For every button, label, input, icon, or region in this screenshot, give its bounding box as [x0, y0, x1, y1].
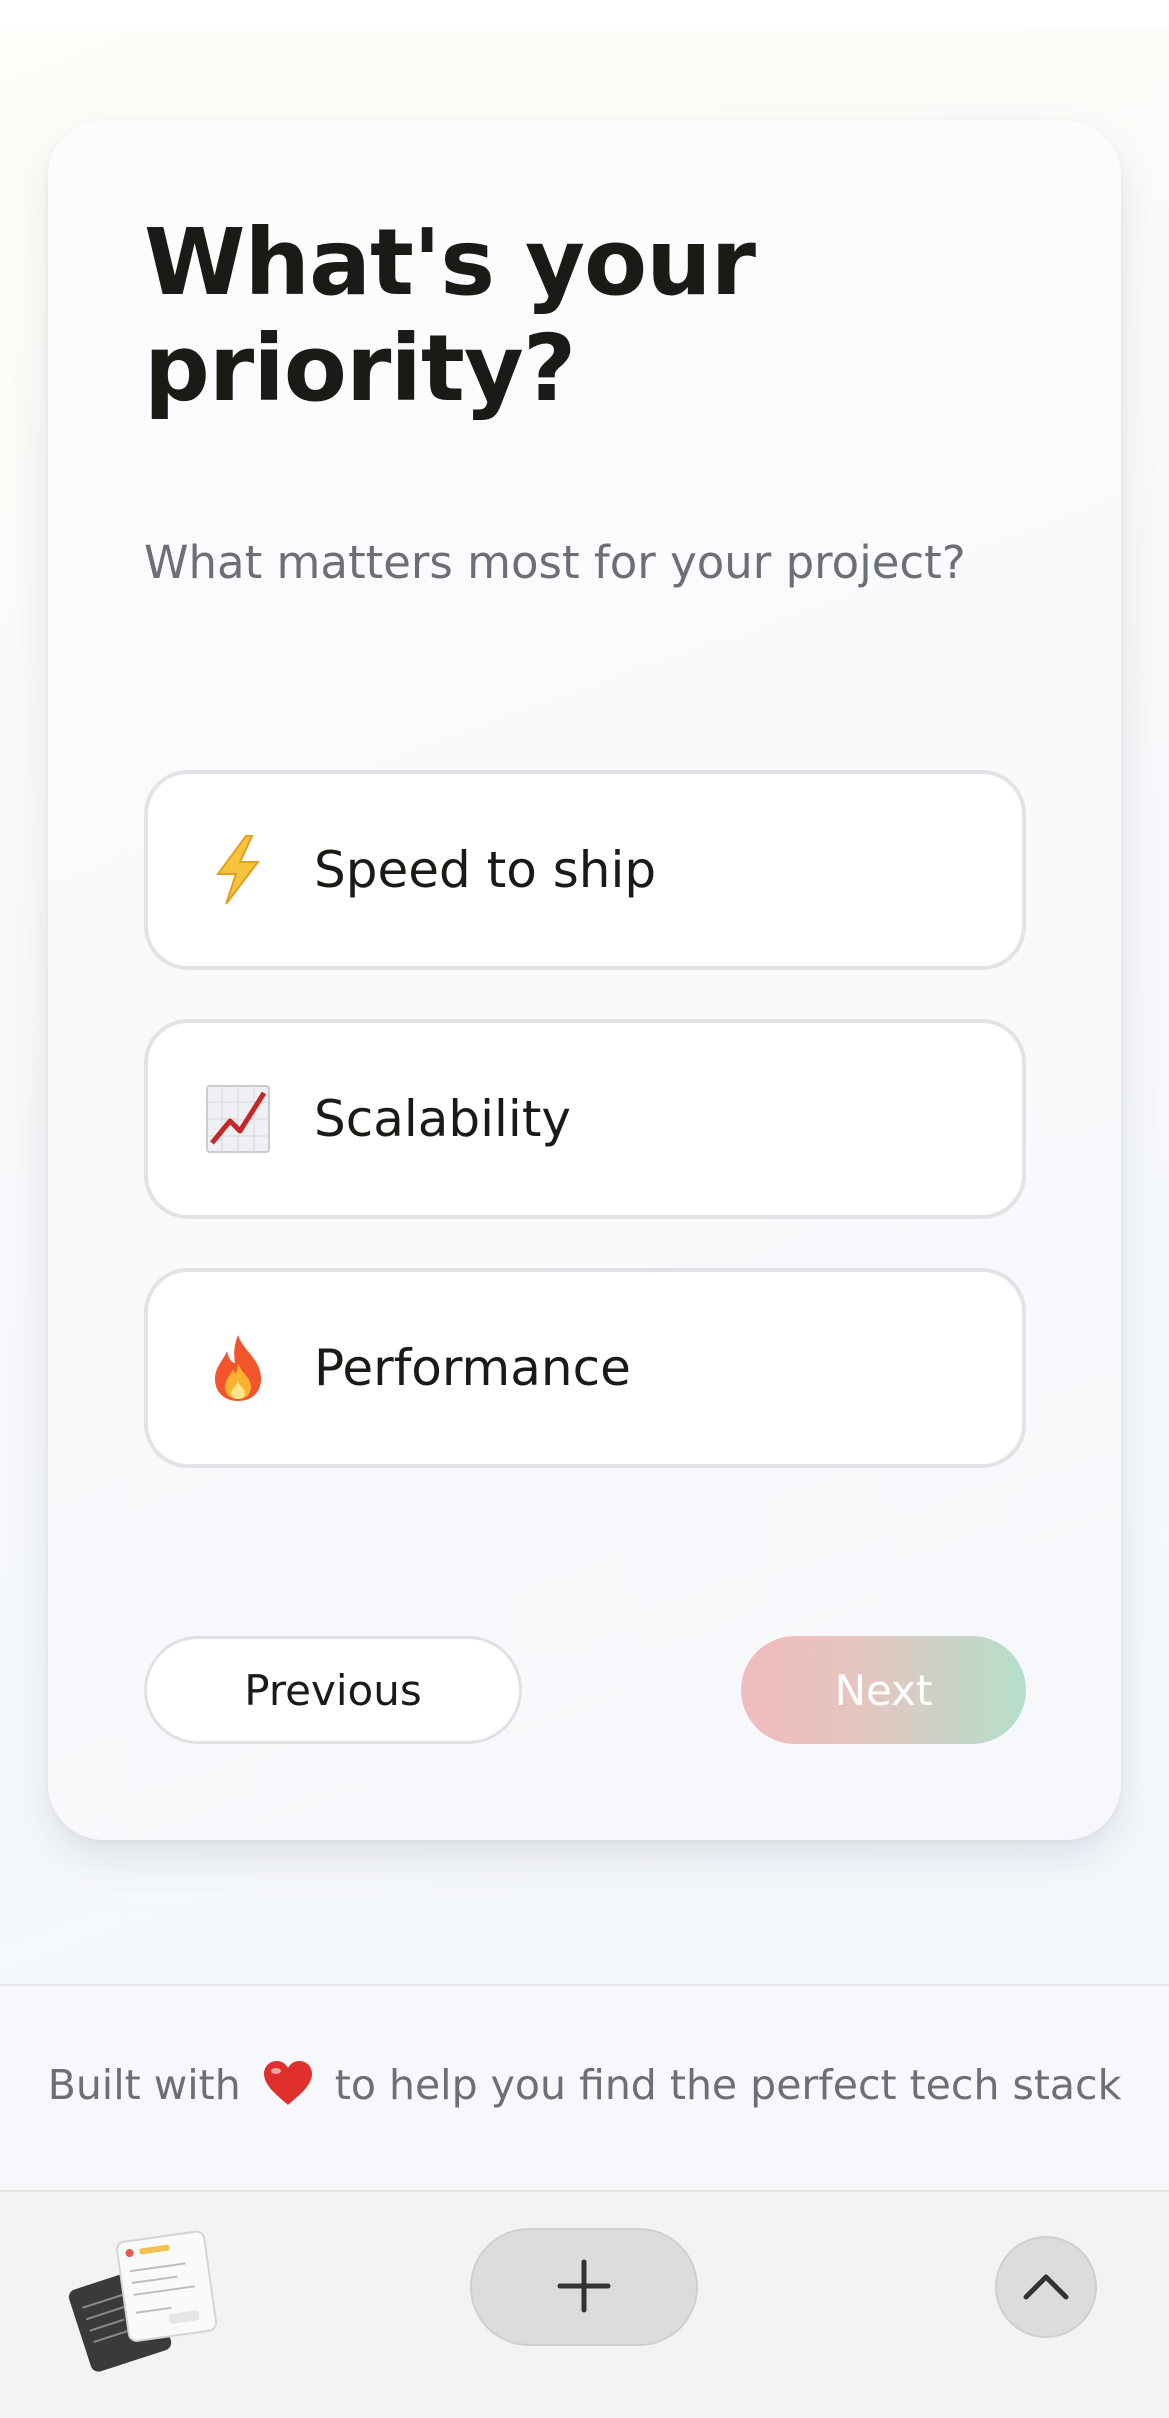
question-title: What's your priority?: [144, 209, 756, 422]
option-label: Scalability: [314, 1090, 572, 1148]
next-button[interactable]: Next: [741, 1636, 1026, 1744]
previous-button[interactable]: Previous: [144, 1636, 522, 1744]
option-performance[interactable]: Performance: [144, 1268, 1026, 1468]
footer: Built with to help you find the perfect …: [0, 1984, 1169, 2190]
question-subtitle: What matters most for your project?: [144, 536, 966, 589]
top-strip: [0, 0, 1169, 30]
footer-text-after: to help you find the perfect tech stack: [334, 2061, 1122, 2109]
option-scalability[interactable]: Scalability: [144, 1019, 1026, 1219]
option-label: Speed to ship: [314, 841, 657, 899]
new-tab-button[interactable]: [470, 2228, 698, 2346]
heart-icon: [262, 2059, 314, 2117]
scroll-up-button[interactable]: [995, 2236, 1097, 2338]
browser-bottom-bar: [0, 2190, 1169, 2418]
chart-increasing-icon: [206, 1085, 270, 1153]
tabs-thumbnail-icon[interactable]: [68, 2222, 218, 2372]
plus-icon: [556, 2258, 612, 2317]
chevron-up-icon: [1022, 2271, 1070, 2304]
footer-text: Built with to help you find the perfect …: [47, 2059, 1122, 2117]
option-speed-to-ship[interactable]: Speed to ship: [144, 770, 1026, 970]
option-label: Performance: [314, 1339, 631, 1397]
fire-icon: [206, 1335, 270, 1401]
page: What's your priority? What matters most …: [0, 0, 1169, 2418]
lightning-icon: [206, 835, 270, 905]
footer-text-before: Built with: [47, 2061, 241, 2109]
